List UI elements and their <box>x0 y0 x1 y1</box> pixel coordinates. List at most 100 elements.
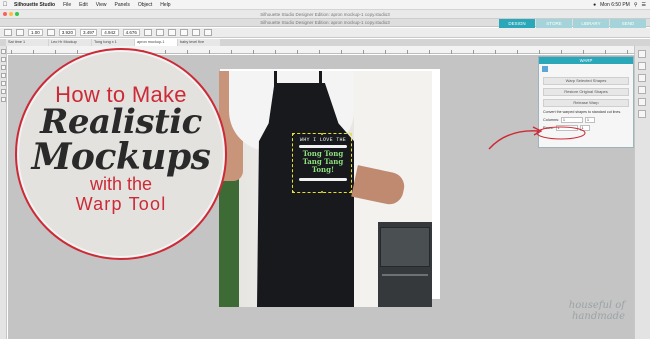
warp-handle[interactable] <box>321 133 323 135</box>
shape-tool-icon[interactable] <box>1 81 6 86</box>
doc-tab-2[interactable]: Leo Hr Mockup <box>49 39 91 46</box>
warp-handle[interactable] <box>292 133 294 135</box>
point-edit-tool-icon[interactable] <box>1 57 6 62</box>
ruler-tick <box>451 50 452 54</box>
y-position-field[interactable]: 3.497 <box>80 29 98 36</box>
ruler-tick <box>473 50 474 54</box>
ruler-tick <box>407 50 408 54</box>
columns-stepper[interactable]: 1 <box>585 116 596 123</box>
stroke-width-field[interactable]: 1.00 <box>28 29 43 36</box>
photo-grill <box>378 222 432 307</box>
watermark: houseful of handmade <box>568 300 625 322</box>
graphic-line-mockups: Mockups <box>31 136 211 178</box>
delete-icon[interactable] <box>179 29 188 36</box>
group-icon[interactable] <box>143 29 152 36</box>
design-bar-bottom <box>299 178 347 181</box>
columns-row: Columns: 1 1 <box>543 116 629 123</box>
ruler-tick <box>429 50 430 54</box>
tab-library[interactable]: LIBRARY <box>573 19 609 28</box>
ruler-tick <box>55 50 56 54</box>
menu-help[interactable]: Help <box>156 0 174 10</box>
search-icon[interactable]: ⚲ <box>634 0 638 10</box>
doc-tab-1[interactable]: Sat time 1 <box>6 39 48 46</box>
menu-edit[interactable]: Edit <box>75 0 92 10</box>
zoom-window-button[interactable] <box>15 12 19 16</box>
document-title: Silhouette Studio Designer Edition: apro… <box>260 20 390 25</box>
window-controls <box>3 12 19 16</box>
width-field[interactable]: 4.942 <box>101 29 119 36</box>
line-tool-icon[interactable] <box>1 73 6 78</box>
ruler-tick <box>605 50 606 54</box>
graphic-line-with-the: with the <box>89 174 153 194</box>
line-color-button[interactable] <box>16 29 24 36</box>
apron-photo[interactable]: WHY I LOVE THE Tong Tong Tang Tang Tong! <box>219 71 354 307</box>
select-tool-icon[interactable] <box>1 49 6 54</box>
warp-handle[interactable] <box>292 191 294 193</box>
right-panel-strip <box>634 46 650 339</box>
clock[interactable]: Mon 6:50 PM <box>600 0 630 10</box>
warp-note: Convert the warped shapes to standard cu… <box>543 110 622 114</box>
warped-design[interactable]: WHY I LOVE THE Tong Tong Tang Tang Tong! <box>292 133 352 193</box>
menu-object[interactable]: Object <box>134 0 156 10</box>
line-style-button[interactable] <box>4 29 12 36</box>
ruler-tick <box>297 50 298 54</box>
ruler-tick <box>231 50 232 54</box>
menu-app-name[interactable]: Silhouette Studio <box>10 0 59 10</box>
transform-button[interactable] <box>46 29 55 36</box>
mode-tabs: DESIGN STORE LIBRARY SEND <box>499 19 646 28</box>
tab-store[interactable]: STORE <box>536 19 572 28</box>
panel-icon-4[interactable] <box>638 86 646 94</box>
doc-tab-3[interactable]: Tong tong x 1 <box>92 39 134 46</box>
doc-tab-4[interactable]: apron mockup-1 <box>135 39 177 46</box>
ungroup-icon[interactable] <box>155 29 164 36</box>
zoom-tool-icon[interactable] <box>1 65 6 70</box>
tab-send[interactable]: SEND <box>610 19 646 28</box>
apple-icon[interactable]:  <box>0 0 10 10</box>
ruler-tick <box>165 50 166 54</box>
release-warp-button[interactable]: Release Warp <box>543 99 629 107</box>
menu-view[interactable]: View <box>92 0 111 10</box>
panel-icon-5[interactable] <box>638 98 646 106</box>
ruler-tick <box>77 50 78 54</box>
warp-handle[interactable] <box>350 133 352 135</box>
warp-panel-title[interactable]: WARP <box>539 57 633 64</box>
ruler-tick <box>539 50 540 54</box>
x-position-field[interactable]: 3.920 <box>58 29 77 36</box>
ruler-tick <box>517 50 518 54</box>
panel-icon-3[interactable] <box>638 74 646 82</box>
restore-original-button[interactable]: Restore Original Shapes <box>543 88 629 96</box>
height-field[interactable]: 4.676 <box>122 29 140 36</box>
ruler-tick <box>209 50 210 54</box>
align-icon[interactable] <box>191 29 200 36</box>
duplicate-icon[interactable] <box>167 29 176 36</box>
ruler-tick <box>341 50 342 54</box>
doc-tab-5[interactable]: baby level five <box>178 39 220 46</box>
wifi-icon[interactable]: ● <box>593 0 596 10</box>
warp-panel-icons <box>539 64 633 74</box>
panel-icon-6[interactable] <box>638 110 646 118</box>
ruler-tick <box>33 50 34 54</box>
ruler-tick <box>495 50 496 54</box>
menu-file[interactable]: File <box>59 0 75 10</box>
panel-icon-2[interactable] <box>638 62 646 70</box>
warp-grid-icon[interactable] <box>542 66 548 72</box>
minimize-window-button[interactable] <box>9 12 13 16</box>
warp-selected-button[interactable]: Warp Selected Shapes <box>543 77 629 85</box>
status-area: ● Mon 6:50 PM ⚲ ☰ <box>593 0 650 10</box>
ruler-tick <box>319 50 320 54</box>
tab-design[interactable]: DESIGN <box>499 19 535 28</box>
panel-icon-1[interactable] <box>638 50 646 58</box>
ruler-tick <box>385 50 386 54</box>
warp-handle[interactable] <box>321 191 323 193</box>
grill-grate <box>382 274 428 276</box>
close-window-button[interactable] <box>3 12 7 16</box>
menu-list-icon[interactable]: ☰ <box>642 0 646 10</box>
columns-field[interactable]: 1 <box>561 116 584 123</box>
text-tool-icon[interactable] <box>1 89 6 94</box>
menu-panels[interactable]: Panels <box>111 0 134 10</box>
graphic-line-warp-tool: Warp Tool <box>75 194 167 214</box>
ruler-tick <box>627 50 628 54</box>
window-title-bar[interactable]: Silhouette Studio Designer Edition: apro… <box>0 10 650 19</box>
eraser-tool-icon[interactable] <box>1 97 6 102</box>
zoom-icon[interactable] <box>203 29 212 36</box>
